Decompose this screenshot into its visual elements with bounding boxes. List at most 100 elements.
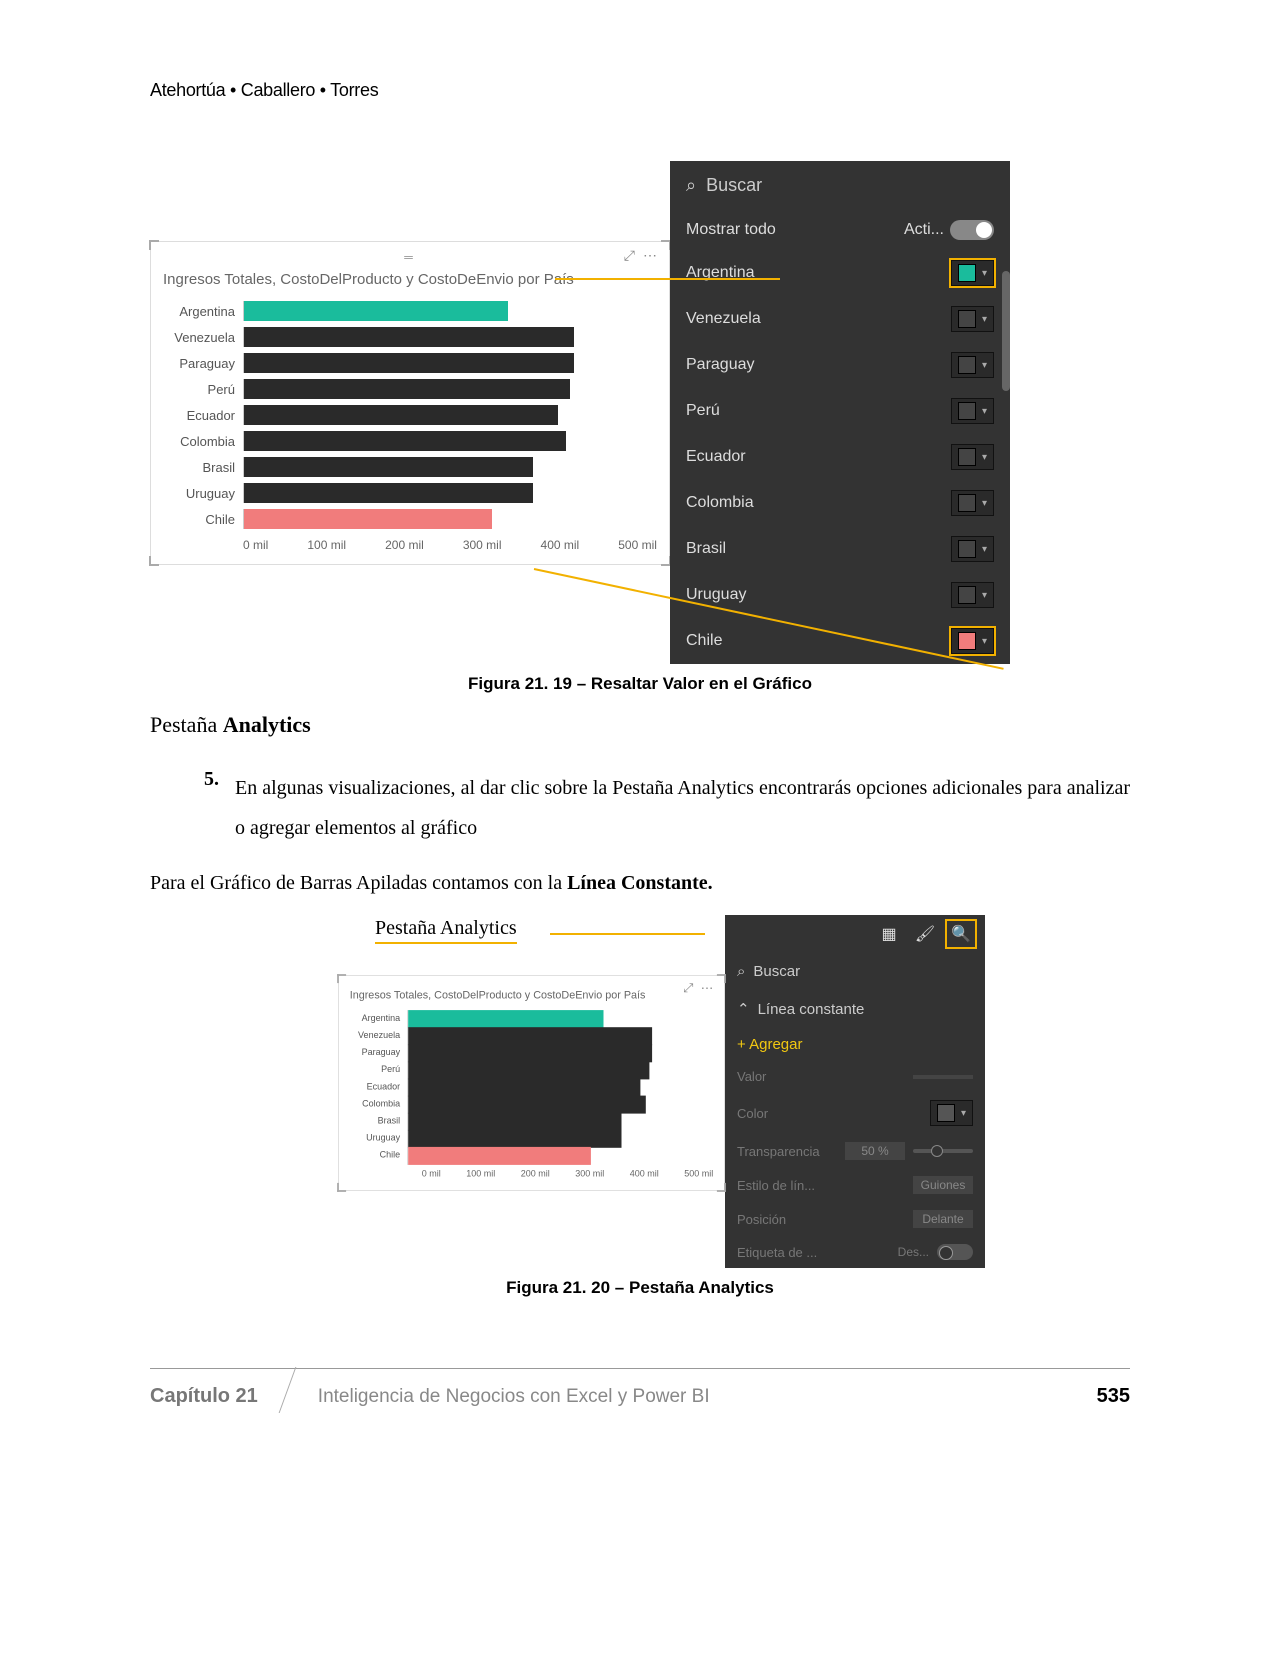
color-item-label: Colombia bbox=[686, 494, 754, 512]
bar-label: Venezuela bbox=[163, 330, 243, 345]
bar-row: Colombia bbox=[163, 428, 657, 454]
bar-fill[interactable] bbox=[244, 509, 492, 529]
bar-fill[interactable] bbox=[244, 431, 566, 451]
bar-row: Argentina bbox=[350, 1010, 714, 1027]
focus-mode-icon[interactable]: ⤢ bbox=[683, 982, 693, 996]
bar-label: Brasil bbox=[350, 1116, 408, 1126]
annotation-connector bbox=[555, 278, 780, 280]
color-picker[interactable]: ▾ bbox=[951, 490, 994, 516]
axis-tick: 200 mil bbox=[385, 538, 424, 552]
bar-row: Ecuador bbox=[163, 402, 657, 428]
bar-fill[interactable] bbox=[244, 457, 533, 477]
bar-fill[interactable] bbox=[408, 1095, 646, 1113]
constant-line-section[interactable]: ⌃ Línea constante bbox=[725, 990, 985, 1028]
search-placeholder: Buscar bbox=[706, 175, 762, 196]
color-swatch bbox=[958, 402, 976, 420]
bar-fill[interactable] bbox=[244, 301, 508, 321]
color-swatch bbox=[958, 586, 976, 604]
color-picker[interactable]: ▾ bbox=[951, 536, 994, 562]
bar-fill[interactable] bbox=[408, 1027, 652, 1045]
bar-row: Perú bbox=[350, 1061, 714, 1078]
property-input[interactable] bbox=[913, 1075, 973, 1079]
axis-tick: 300 mil bbox=[463, 538, 502, 552]
step-text: En algunas visualizaciones, al dar clic … bbox=[235, 768, 1130, 848]
color-picker[interactable]: ▾ bbox=[930, 1100, 973, 1126]
color-picker[interactable]: ▾ bbox=[951, 582, 994, 608]
format-tab-icon[interactable]: 🖌 bbox=[911, 921, 939, 947]
search-placeholder: Buscar bbox=[753, 963, 800, 980]
annotation-label: Pestaña Analytics bbox=[375, 917, 517, 944]
color-picker[interactable]: ▾ bbox=[951, 260, 994, 286]
analytics-property-row: PosiciónDelante bbox=[725, 1202, 985, 1236]
search-row[interactable]: ⌕ Buscar bbox=[670, 161, 1010, 210]
annotation-connector bbox=[550, 933, 705, 935]
more-options-icon[interactable]: ⋯ bbox=[643, 248, 657, 265]
resize-handle-icon[interactable] bbox=[149, 556, 159, 566]
property-select[interactable]: Guiones bbox=[913, 1176, 973, 1194]
bar-fill[interactable] bbox=[408, 1078, 640, 1096]
bar-row: Brasil bbox=[163, 454, 657, 480]
color-picker[interactable]: ▾ bbox=[951, 398, 994, 424]
more-options-icon[interactable]: ⋯ bbox=[701, 981, 714, 996]
analytics-tab-icon[interactable]: 🔍 bbox=[947, 921, 975, 947]
bar-fill[interactable] bbox=[244, 327, 574, 347]
page-number: 535 bbox=[1097, 1385, 1130, 1408]
property-input[interactable]: 50 % bbox=[845, 1142, 905, 1160]
bar-row: Brasil bbox=[350, 1113, 714, 1130]
bar-fill[interactable] bbox=[408, 1010, 603, 1028]
bar-fill[interactable] bbox=[408, 1129, 622, 1147]
bar-label: Paraguay bbox=[350, 1048, 408, 1058]
color-picker[interactable]: ▾ bbox=[951, 628, 994, 654]
resize-handle-icon[interactable] bbox=[337, 974, 346, 983]
bar-row: Colombia bbox=[350, 1096, 714, 1113]
resize-handle-icon[interactable] bbox=[337, 1183, 346, 1192]
fields-tab-icon[interactable]: ▦ bbox=[875, 921, 903, 947]
bar-label: Perú bbox=[350, 1065, 408, 1075]
analytics-pane: ▦ 🖌 🔍 ⌕ Buscar ⌃ Línea constante + Agreg… bbox=[725, 915, 985, 1268]
color-picker[interactable]: ▾ bbox=[951, 444, 994, 470]
property-select[interactable]: Delante bbox=[913, 1210, 973, 1228]
bar-fill[interactable] bbox=[408, 1044, 652, 1062]
property-label: Valor bbox=[737, 1069, 766, 1084]
property-label: Transparencia bbox=[737, 1144, 820, 1159]
scrollbar[interactable] bbox=[1002, 271, 1010, 391]
chart-visual-card[interactable]: ═ ⤢ ⋯ Ingresos Totales, CostoDelProducto… bbox=[150, 241, 670, 565]
focus-mode-icon[interactable]: ⤢ bbox=[624, 249, 635, 265]
analytics-property-row: Color ▾ bbox=[725, 1092, 985, 1134]
property-label: Color bbox=[737, 1106, 768, 1121]
card-toolbar: ⤢ ⋯ bbox=[624, 248, 657, 265]
section-heading: Pestaña Analytics bbox=[150, 712, 1130, 738]
bar-fill[interactable] bbox=[408, 1146, 591, 1164]
analytics-search[interactable]: ⌕ Buscar bbox=[725, 953, 985, 990]
chart-visual-card-small[interactable]: ⤢ ⋯ Ingresos Totales, CostoDelProducto y… bbox=[338, 975, 725, 1191]
bar-label: Colombia bbox=[350, 1099, 408, 1109]
slider[interactable] bbox=[913, 1149, 973, 1153]
analytics-property-row: Estilo de lín...Guiones bbox=[725, 1168, 985, 1202]
axis-tick: 200 mil bbox=[521, 1169, 550, 1179]
bar-row: Paraguay bbox=[350, 1044, 714, 1061]
color-swatch bbox=[958, 632, 976, 650]
analytics-property-row: Transparencia 50 % bbox=[725, 1134, 985, 1168]
color-picker[interactable]: ▾ bbox=[951, 352, 994, 378]
page-header-authors: Atehortúa • Caballero • Torres bbox=[150, 80, 1130, 101]
drag-handle-icon[interactable]: ═ bbox=[163, 250, 657, 265]
property-toggle[interactable] bbox=[937, 1244, 973, 1260]
bar-label: Chile bbox=[163, 512, 243, 527]
add-constant-line-button[interactable]: + Agregar bbox=[725, 1028, 985, 1061]
axis-tick: 500 mil bbox=[618, 538, 657, 552]
show-all-toggle[interactable] bbox=[950, 220, 994, 240]
resize-handle-icon[interactable] bbox=[717, 1183, 726, 1192]
bar-fill[interactable] bbox=[244, 353, 574, 373]
resize-handle-icon[interactable] bbox=[717, 974, 726, 983]
bar-label: Uruguay bbox=[350, 1133, 408, 1143]
bar-fill[interactable] bbox=[408, 1112, 622, 1130]
color-picker[interactable]: ▾ bbox=[951, 306, 994, 332]
bar-fill[interactable] bbox=[244, 483, 533, 503]
property-label: Etiqueta de ... bbox=[737, 1245, 817, 1260]
bar-fill[interactable] bbox=[408, 1061, 649, 1079]
resize-handle-icon[interactable] bbox=[149, 240, 159, 250]
bar-fill[interactable] bbox=[244, 405, 558, 425]
chart-bars: ArgentinaVenezuelaParaguayPerúEcuadorCol… bbox=[350, 1010, 714, 1164]
bar-row: Uruguay bbox=[163, 480, 657, 506]
bar-fill[interactable] bbox=[244, 379, 570, 399]
